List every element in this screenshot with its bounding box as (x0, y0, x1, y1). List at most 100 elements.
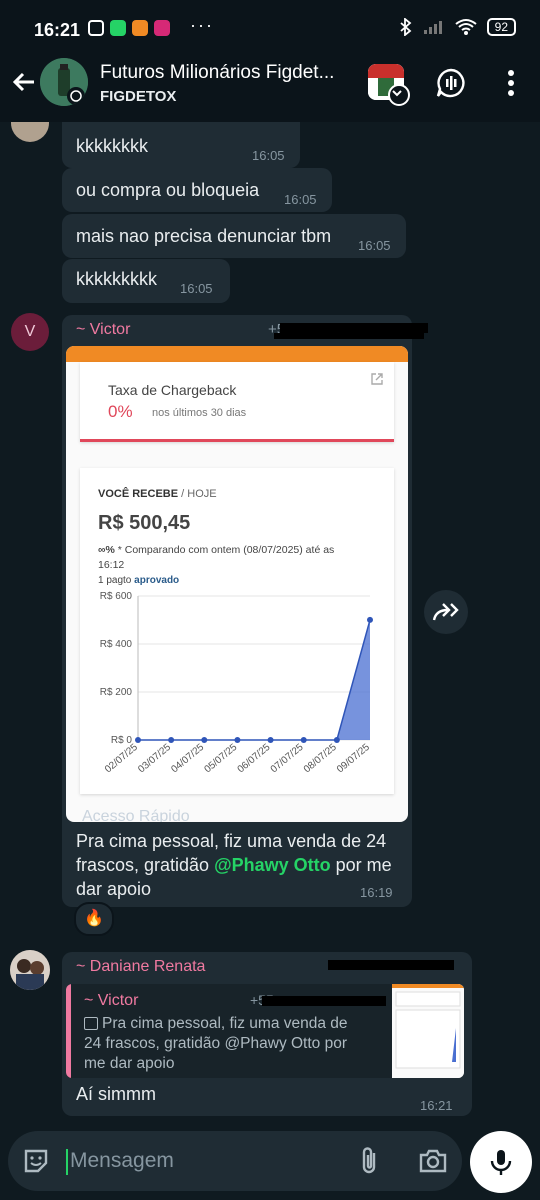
chart-y-tick-label: R$ 600 (100, 591, 133, 602)
quoted-message[interactable]: ~ Victor +55 Pra cima pessoal, fiz uma v… (66, 984, 464, 1078)
quoted-image-thumbnail (392, 984, 464, 1078)
more-notifications-icon: ··· (190, 15, 214, 35)
chargeback-value: 0% (108, 402, 133, 421)
chart-data-point (267, 737, 274, 743)
message-text: kkkkkkkkk (76, 269, 157, 289)
message-time: 16:05 (358, 238, 391, 253)
mention-link[interactable]: @Phawy Otto (214, 855, 331, 875)
group-subtitle[interactable]: FIGDETOX (100, 88, 176, 105)
message-bubble[interactable]: ou compra ou bloqueia 16:05 (62, 168, 332, 212)
redaction-mark (262, 996, 386, 1006)
paid-prefix: 1 pagto (98, 575, 135, 586)
redaction-mark (274, 333, 424, 339)
chart-data-point (367, 616, 373, 623)
caption-line: Pra cima pessoal, fiz uma venda de 24 (76, 831, 387, 851)
chat-header: Futuros Milionários Figdet... FIGDETOX (0, 46, 540, 122)
avatar-image (10, 950, 50, 990)
compare-desc: * Comparando com ontem (08/07/2025) até … (114, 544, 335, 556)
nfc-icon (88, 20, 104, 36)
chevron-down-icon[interactable] (388, 84, 410, 106)
forward-icon (432, 603, 459, 621)
text-cursor (66, 1149, 68, 1175)
sender-name[interactable]: ~ Daniane Renata (76, 958, 205, 976)
redaction-mark (328, 960, 454, 970)
sticker-icon[interactable] (20, 1145, 52, 1177)
compare-time: 16:12 (98, 559, 125, 571)
compare-percent: ∞% (98, 544, 115, 556)
message-time: 16:21 (420, 1098, 453, 1113)
sender-name[interactable]: ~ Victor (76, 321, 130, 339)
chart-x-tick-label: 07/07/25 (269, 742, 306, 776)
message-text: kkkkkkkk (76, 136, 148, 156)
message-caption: Pra cima pessoal, fiz uma venda de 24 fr… (76, 829, 392, 901)
chart-x-tick-label: 06/07/25 (236, 742, 273, 776)
status-right: 92 (399, 18, 516, 36)
voice-chat-icon[interactable] (436, 68, 466, 98)
back-arrow-icon[interactable] (8, 66, 40, 98)
caption-line: frascos, gratidão @Phawy Otto por me (76, 853, 392, 877)
reaction-badge[interactable]: 🔥 (74, 902, 114, 936)
message-input-bar: Mensagem (8, 1131, 462, 1191)
message-time: 16:05 (284, 192, 317, 207)
instagram-icon (154, 20, 170, 36)
chart-x-tick-label: 08/07/25 (302, 742, 339, 776)
chart-y-tick-label: R$ 200 (100, 687, 133, 698)
chart-x-tick-label: 02/07/25 (103, 742, 140, 776)
avatar[interactable] (10, 950, 50, 990)
message-bubble[interactable]: kkkkkkkk 16:05 (62, 122, 300, 168)
message-bubble[interactable]: mais nao precisa denunciar tbm 16:05 (62, 214, 406, 258)
chart-data-point (168, 737, 175, 743)
caption-line: dar apoio (76, 879, 152, 899)
quoted-thumbnail-image (392, 984, 464, 1078)
chargeback-period: nos últimos 30 dias (152, 407, 247, 419)
shared-screenshot[interactable]: Taxa de Chargeback 0% nos últimos 30 dia… (66, 346, 408, 822)
quoted-line: me dar apoio (84, 1055, 175, 1072)
receive-label-strong: VOCÊ RECEBE (98, 488, 179, 500)
quick-access-partial: Acesso Rápido (82, 808, 190, 822)
compare-text: ∞% * Comparando com ontem (08/07/2025) a… (98, 544, 334, 556)
chart-x-tick-label: 05/07/25 (202, 742, 239, 776)
message-text: mais nao precisa denunciar tbm (76, 226, 332, 246)
bluetooth-icon (400, 18, 412, 36)
message-input[interactable]: Mensagem (70, 1149, 174, 1173)
chart-series-line (138, 619, 371, 741)
card-accent-line (80, 439, 394, 442)
group-title[interactable]: Futuros Milionários Figdet... (100, 62, 350, 84)
voice-record-button[interactable] (470, 1131, 532, 1193)
chart-area (138, 619, 370, 740)
chart-data-point (300, 737, 307, 743)
caption-text: por me (330, 855, 392, 875)
caption-text: frascos, gratidão (76, 855, 215, 875)
quoted-line: 24 frascos, gratidão @Phawy Otto por (84, 1035, 348, 1052)
chart-data-point (333, 737, 340, 743)
message-bubble[interactable]: kkkkkkkkk 16:05 (62, 259, 230, 303)
image-icon (84, 1017, 98, 1031)
quoted-line: Pra cima pessoal, fiz uma venda de (84, 1014, 348, 1034)
quoted-sender: ~ Victor (84, 992, 139, 1009)
message-text: ou compra ou bloqueia (76, 180, 260, 200)
group-avatar[interactable] (40, 58, 88, 106)
attach-icon[interactable] (356, 1145, 384, 1177)
message-time: 16:05 (180, 281, 213, 296)
app-icon (132, 20, 148, 36)
camera-icon[interactable] (418, 1146, 448, 1176)
avatar[interactable]: V (11, 313, 49, 351)
status-time: 16:21 (34, 20, 81, 40)
chargeback-card: Taxa de Chargeback 0% nos últimos 30 dia… (80, 362, 394, 442)
paid-count: 1 pagto aprovado (98, 575, 179, 586)
revenue-card: VOCÊ RECEBE / HOJE R$ 500,45 ∞% * Compar… (80, 468, 394, 794)
chart-data-point (234, 737, 241, 743)
amount-value: R$ 500,45 (98, 512, 191, 534)
external-link-icon (371, 373, 383, 385)
microphone-icon (490, 1150, 512, 1175)
revenue-chart: R$ 0R$ 200R$ 400R$ 60002/07/2503/07/2504… (100, 591, 373, 776)
notification-icons (88, 20, 170, 36)
forward-button[interactable] (424, 590, 468, 634)
quoted-text: Pra cima pessoal, fiz uma venda de 24 fr… (84, 1014, 348, 1074)
wifi-icon (455, 19, 477, 35)
chargeback-title: Taxa de Chargeback (108, 382, 237, 398)
receive-label-period: / HOJE (178, 488, 217, 500)
menu-dots-icon[interactable] (496, 68, 526, 98)
chart-x-tick-label: 03/07/25 (136, 742, 173, 776)
chart-x-tick-label: 09/07/25 (335, 742, 372, 776)
